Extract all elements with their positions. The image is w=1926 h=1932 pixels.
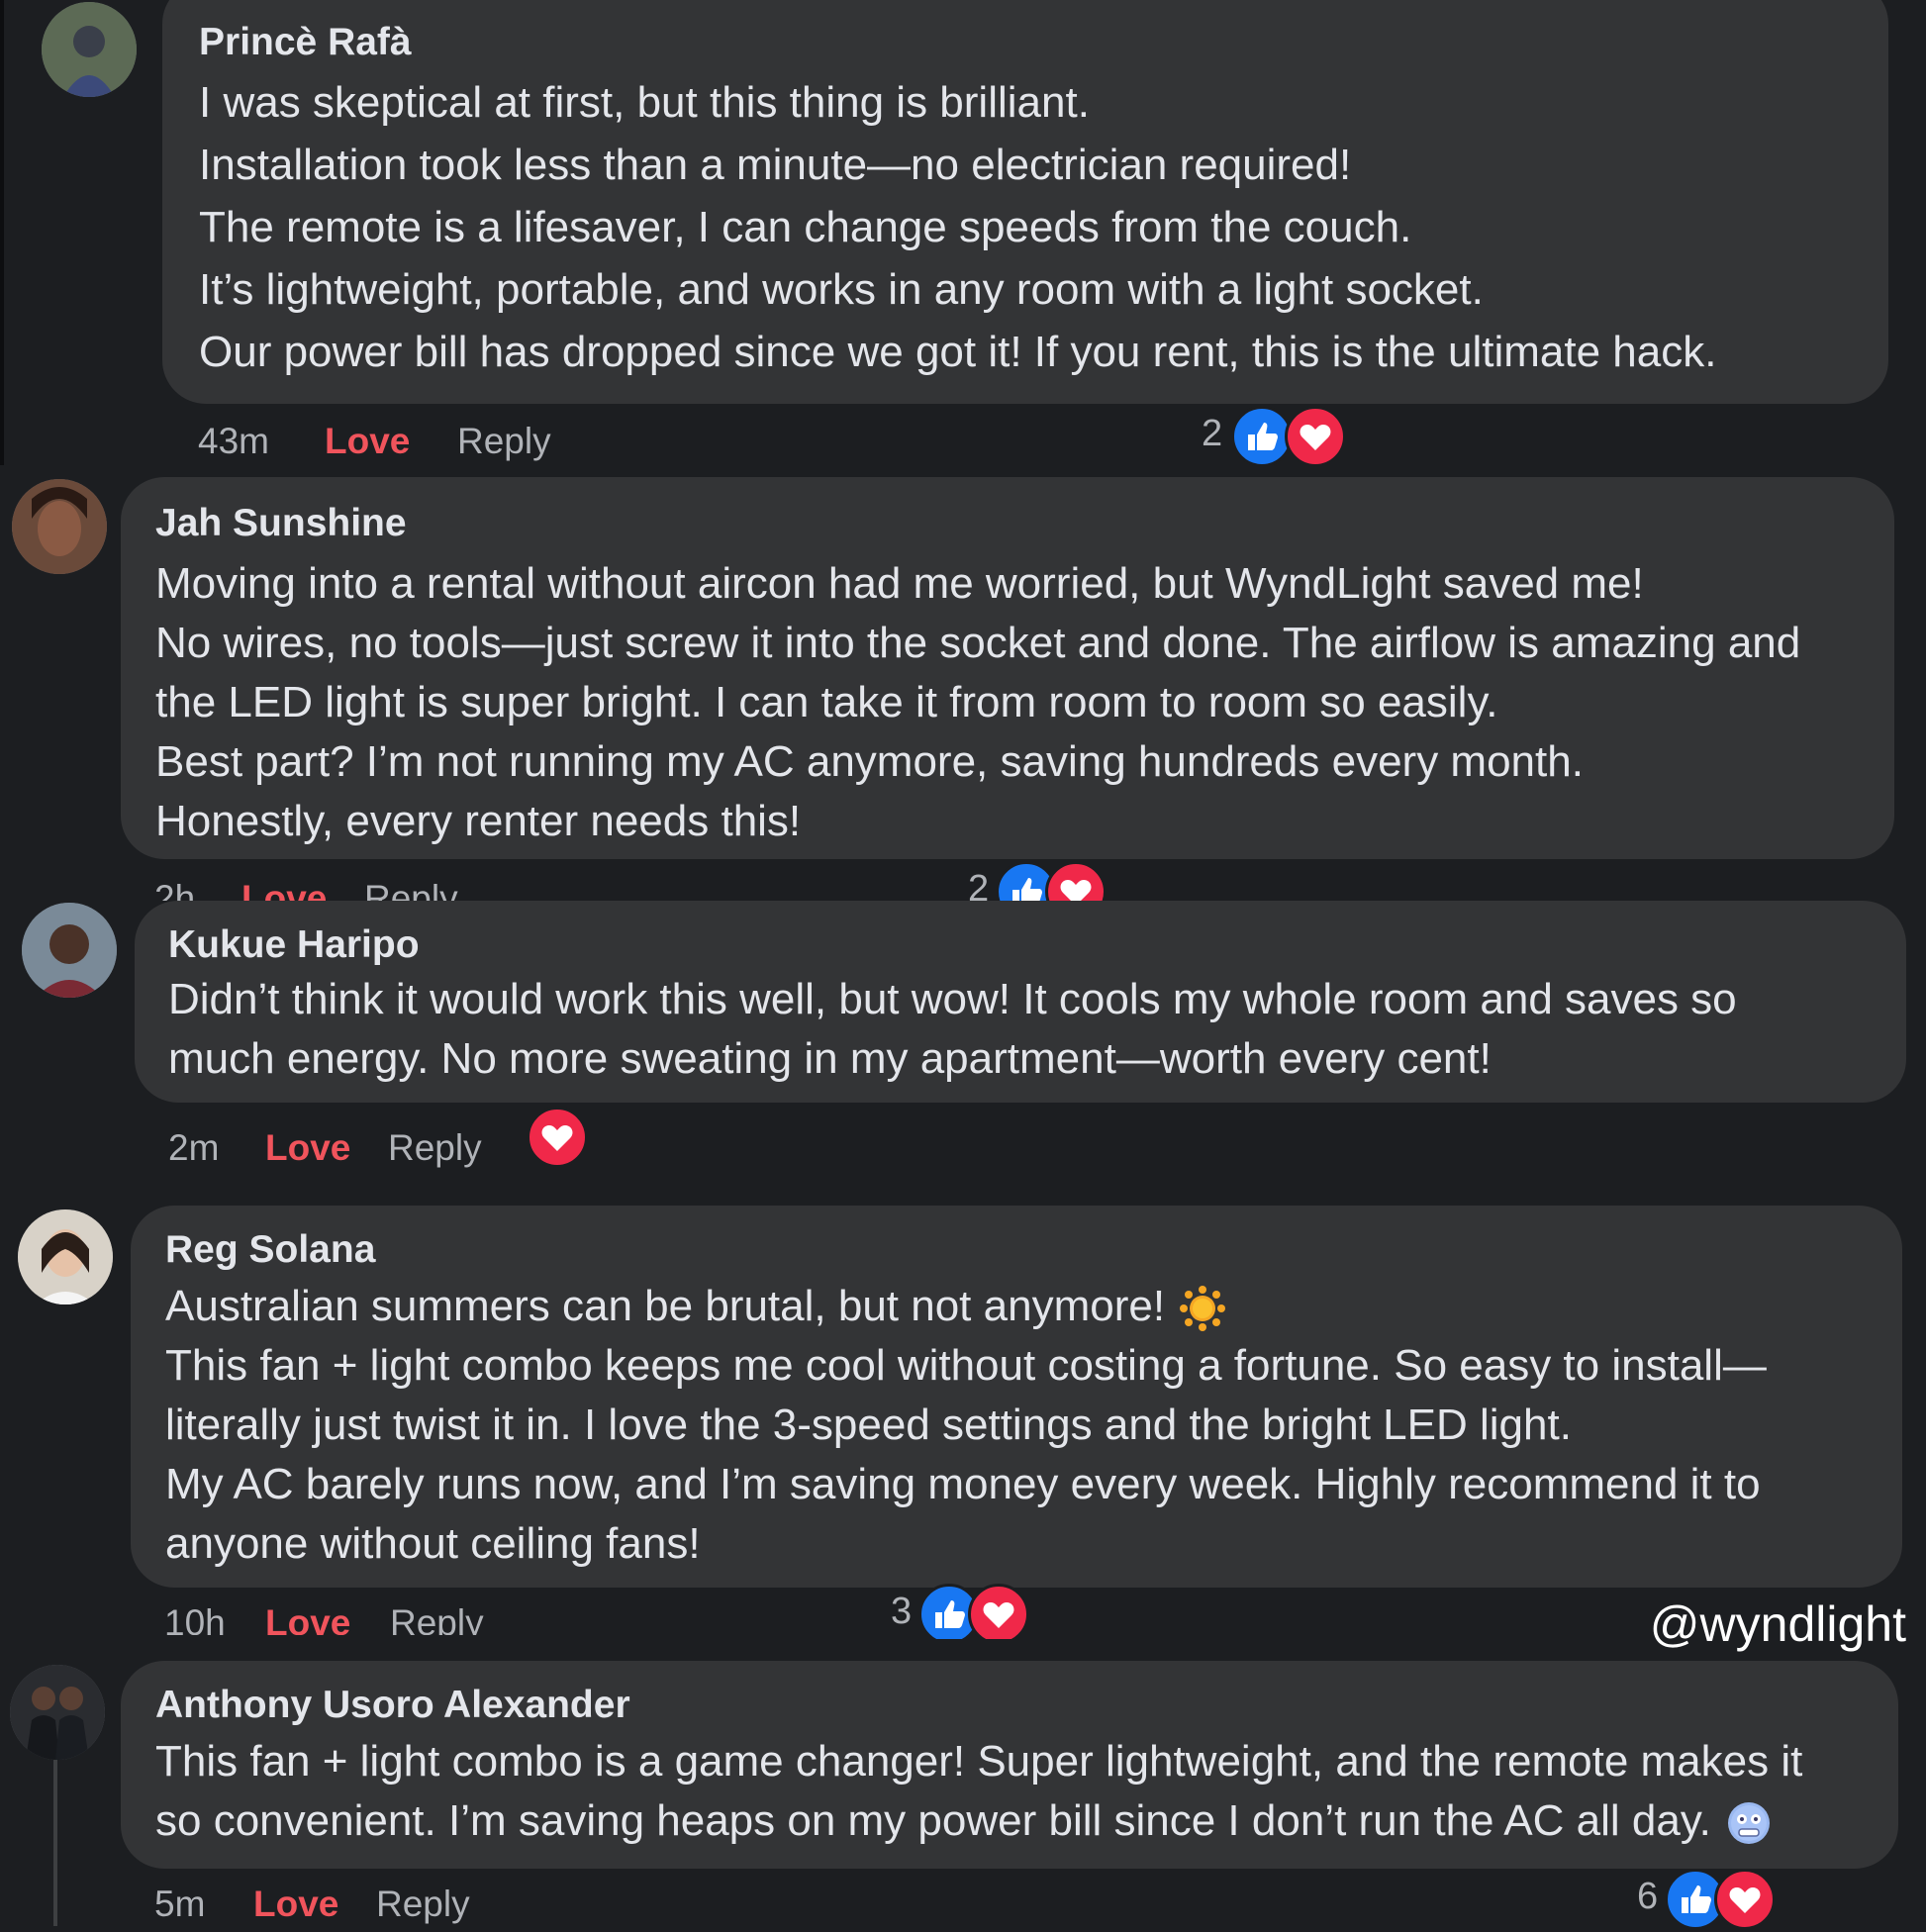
comment-author[interactable]: Kukue Haripo — [168, 922, 1906, 968]
comment-line: literally just twist it in. I love the 3… — [165, 1401, 1572, 1449]
comment-line: No wires, no tools—just screw it into th… — [155, 619, 1801, 667]
comment-line: so convenient. I’m saving heaps on my po… — [155, 1791, 1898, 1851]
reply-button[interactable]: Reply — [388, 1120, 482, 1176]
heart-icon — [1285, 406, 1346, 467]
heart-icon — [1045, 861, 1107, 901]
reply-button[interactable]: Reply — [376, 1877, 470, 1932]
thread-line — [53, 1752, 57, 1926]
heart-icon — [968, 1584, 1029, 1639]
reaction-summary[interactable]: 2 — [1202, 406, 1350, 467]
heart-icon — [527, 1107, 588, 1168]
comment-line: the LED light is super bright. I can tak… — [155, 678, 1498, 726]
comment-line: The remote is a lifesaver, I can change … — [199, 203, 1412, 251]
reaction-summary[interactable]: 6 — [1637, 1869, 1785, 1930]
love-button[interactable]: Love — [325, 414, 410, 469]
comment-line: I was skeptical at first, but this thing… — [199, 78, 1090, 127]
comment-bubble: Reg Solana Australian summers can be bru… — [131, 1206, 1902, 1588]
comment-actions: 43m Love Reply — [198, 414, 693, 469]
love-button[interactable]: Love — [265, 1595, 350, 1635]
reaction-count: 6 — [1637, 1876, 1659, 1917]
comment-author[interactable]: Princè Rafà — [199, 20, 1888, 65]
comment-bubble: Jah Sunshine Moving into a rental withou… — [121, 477, 1894, 859]
comment-line: This fan + light combo keeps me cool wit… — [165, 1341, 1767, 1390]
comment-time[interactable]: 2h — [154, 871, 195, 901]
comment-line: Moving into a rental without aircon had … — [155, 559, 1644, 608]
comment-line: It’s lightweight, portable, and works in… — [199, 265, 1484, 314]
avatar[interactable] — [42, 2, 137, 97]
cold-face-emoji — [1727, 1802, 1770, 1845]
comment-bubble: Kukue Haripo Didn’t think it would work … — [135, 901, 1906, 1103]
avatar[interactable] — [12, 479, 107, 574]
comment-line: anyone without ceiling fans! — [165, 1519, 701, 1568]
heart-icon — [1714, 1869, 1776, 1930]
comment-author[interactable]: Reg Solana — [165, 1227, 1902, 1273]
left-edge-divider — [0, 0, 4, 465]
reaction-count: 3 — [891, 1591, 913, 1632]
reply-button[interactable]: Reply — [457, 414, 551, 469]
comment-line: Honestly, every renter needs this! — [155, 797, 802, 845]
reaction-count: 2 — [968, 868, 990, 901]
reaction-summary[interactable]: 2 — [968, 861, 1116, 901]
comment-actions: 5m Love Reply — [154, 1877, 570, 1932]
comment-time[interactable]: 10h — [164, 1595, 226, 1635]
like-icon — [1231, 406, 1293, 467]
comment-time[interactable]: 2m — [168, 1120, 219, 1176]
comment-actions: 10h Love Reply — [164, 1595, 580, 1635]
love-button[interactable]: Love — [253, 1877, 338, 1932]
comment-bubble: Anthony Usoro Alexander This fan + light… — [121, 1661, 1898, 1869]
avatar[interactable] — [22, 903, 117, 998]
comment-line: This fan + light combo is a game changer… — [155, 1737, 1803, 1786]
comment-line: My AC barely runs now, and I’m saving mo… — [165, 1460, 1761, 1508]
comment-line: much energy. No more sweating in my apar… — [168, 1034, 1492, 1083]
comment-time[interactable]: 43m — [198, 414, 269, 469]
sun-emoji — [1180, 1286, 1226, 1332]
love-button[interactable]: Love — [265, 1120, 350, 1176]
love-button[interactable]: Love — [241, 871, 327, 901]
comment-line: Didn’t think it would work this well, bu… — [168, 975, 1737, 1023]
comment-time[interactable]: 5m — [154, 1877, 205, 1932]
comment-line: Best part? I’m not running my AC anymore… — [155, 737, 1584, 786]
comment-actions: 2h Love Reply — [154, 871, 649, 901]
comment-bubble: Princè Rafà I was skeptical at first, bu… — [162, 0, 1888, 404]
comment-author[interactable]: Anthony Usoro Alexander — [155, 1683, 1898, 1728]
comment-line: Installation took less than a minute—no … — [199, 141, 1352, 189]
watermark: @wyndlight — [1649, 1596, 1906, 1652]
avatar[interactable] — [10, 1665, 105, 1760]
reaction-summary[interactable] — [527, 1107, 596, 1168]
comment-line-text: Australian summers can be brutal, but no… — [165, 1282, 1166, 1330]
reply-button[interactable]: Reply — [390, 1595, 484, 1635]
comment-line: Australian summers can be brutal, but no… — [165, 1277, 1902, 1336]
comment-actions: 2m Love Reply — [168, 1120, 584, 1176]
comment-author[interactable]: Jah Sunshine — [155, 501, 1894, 546]
avatar[interactable] — [18, 1209, 113, 1304]
reply-button[interactable]: Reply — [364, 871, 458, 901]
comment-line-text: so convenient. I’m saving heaps on my po… — [155, 1796, 1711, 1845]
comment-line: Our power bill has dropped since we got … — [199, 328, 1717, 376]
reaction-count: 2 — [1202, 413, 1223, 454]
reaction-summary[interactable]: 3 — [891, 1584, 1039, 1639]
